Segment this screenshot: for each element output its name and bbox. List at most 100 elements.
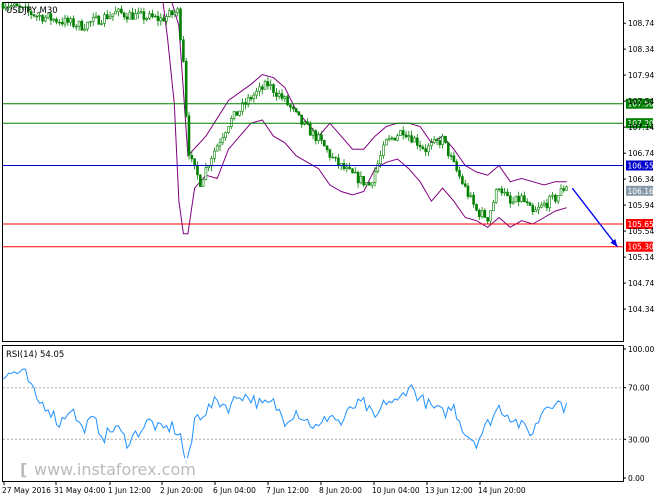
candle-body — [418, 145, 422, 148]
candle-body — [176, 8, 179, 13]
candle-body — [114, 11, 117, 15]
symbol-label: USDJPY,M30 — [6, 6, 58, 16]
chart-background — [0, 0, 664, 498]
price-tick-label: 105.94 — [628, 201, 654, 210]
candle-body — [480, 210, 484, 217]
candle-body — [55, 18, 58, 23]
candle-body — [283, 96, 287, 99]
candle-body — [489, 210, 492, 222]
candle-body — [193, 158, 196, 166]
candle-body — [277, 93, 281, 97]
candle-body — [179, 8, 182, 41]
price-tick-label: 106.74 — [628, 149, 654, 158]
candle-body — [89, 21, 92, 23]
candle-body — [384, 139, 388, 146]
level-label-106.16: 106.16 — [628, 187, 654, 196]
candle-body — [379, 155, 382, 165]
candle-body — [128, 12, 132, 20]
candle-body — [139, 11, 143, 13]
candle-body — [100, 23, 103, 25]
candle-body — [356, 171, 360, 184]
candle-body — [204, 167, 208, 180]
candle-body — [404, 134, 408, 138]
candle-body — [308, 123, 312, 136]
candle-body — [351, 168, 354, 174]
time-tick-label: 31 May 04:00 — [54, 486, 106, 495]
watermark-text: www.instaforex.com — [34, 460, 196, 479]
level-label-106.55: 106.55 — [628, 162, 654, 171]
candle-body — [91, 17, 95, 22]
candle-body — [201, 179, 205, 187]
candle-body — [221, 137, 225, 143]
candle-body — [427, 145, 430, 153]
candle-body — [86, 21, 89, 30]
price-tick-label: 106.34 — [628, 175, 654, 184]
candle-body — [173, 12, 177, 15]
candle-body — [165, 16, 168, 22]
candle-body — [382, 144, 385, 156]
candle-body — [455, 161, 459, 171]
candle-body — [334, 156, 337, 159]
watermark-bracket: [ — [20, 460, 27, 479]
candle-body — [508, 195, 512, 204]
candle-body — [537, 206, 540, 211]
time-tick-label: 14 Jun 20:00 — [478, 486, 526, 495]
candle-body — [43, 16, 47, 22]
candle-body — [472, 194, 475, 205]
candle-body — [520, 195, 523, 202]
candle-body — [525, 201, 529, 204]
candle-body — [449, 155, 453, 157]
candle-body — [196, 165, 199, 176]
candle-body — [446, 142, 450, 157]
candle-body — [469, 194, 473, 197]
candle-body — [430, 142, 433, 147]
candle-body — [111, 13, 115, 17]
rsi-label: RSI(14) 54.05 — [6, 350, 64, 360]
candle-body — [556, 195, 560, 202]
candle-body — [75, 25, 78, 28]
candle-body — [331, 156, 335, 159]
candle-body — [415, 137, 419, 146]
candle-body — [458, 170, 461, 177]
candle-body — [362, 176, 366, 186]
candle-body — [72, 18, 75, 27]
candle-body — [441, 135, 444, 145]
candle-body — [260, 86, 264, 90]
candle-body — [503, 191, 506, 194]
candle-body — [232, 111, 236, 119]
candle-body — [294, 108, 298, 113]
rsi-tick-label: 0.00 — [628, 474, 645, 483]
candle-body — [534, 209, 537, 213]
time-tick-label: 10 Jun 04:00 — [372, 486, 420, 495]
candle-body — [401, 130, 405, 136]
candle-body — [41, 15, 44, 22]
candle-body — [539, 204, 543, 208]
candle-body — [542, 202, 546, 206]
candle-body — [125, 16, 129, 20]
candle-body — [359, 176, 363, 184]
candle-body — [413, 137, 416, 143]
candle-body — [145, 17, 148, 20]
price-tick-label: 108.34 — [628, 45, 654, 54]
price-tick-label: 105.14 — [628, 253, 654, 262]
candle-body — [548, 196, 552, 209]
candle-body — [1, 2, 5, 9]
candle-body — [131, 12, 134, 20]
candle-body — [52, 18, 56, 21]
candle-body — [424, 148, 428, 153]
candle-body — [475, 204, 478, 211]
candle-body — [410, 135, 413, 143]
candle-body — [94, 15, 98, 18]
candle-body — [297, 111, 301, 116]
candle-body — [554, 194, 557, 202]
candle-body — [168, 10, 171, 17]
time-tick-label: 13 Jun 12:00 — [425, 486, 473, 495]
candle-body — [506, 191, 509, 197]
candle-body — [466, 185, 470, 197]
candle-body — [108, 15, 112, 20]
price-tick-label: 104.74 — [628, 279, 654, 288]
candle-body — [421, 146, 425, 150]
candle-body — [103, 14, 106, 24]
candle-body — [399, 130, 402, 136]
candle-body — [258, 86, 261, 92]
